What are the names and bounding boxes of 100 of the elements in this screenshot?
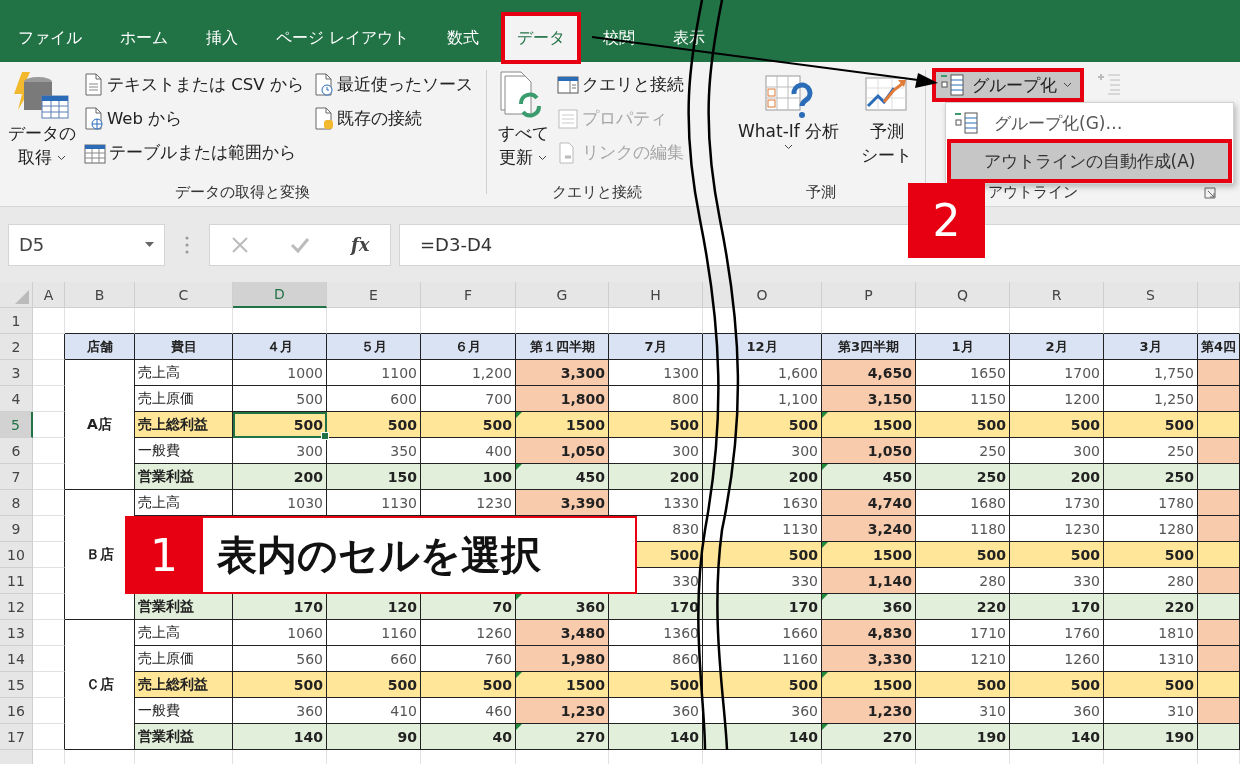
- table-cell: 200: [609, 464, 703, 490]
- database-document-icon: [313, 107, 334, 131]
- ribbon-command[interactable]: テーブルまたは範囲から: [84, 136, 304, 170]
- table-cell: 1,980: [516, 646, 609, 672]
- ribbon-tab[interactable]: 挿入: [192, 14, 252, 62]
- table-cell: 1,140: [822, 568, 916, 594]
- table-cell: 売上総利益: [135, 412, 233, 438]
- column-header[interactable]: R: [1010, 282, 1104, 308]
- ribbon-tab[interactable]: 数式: [433, 14, 494, 62]
- ribbon-tab[interactable]: ファイル: [4, 14, 96, 62]
- ribbon-tab[interactable]: ページ レイアウト: [262, 14, 424, 62]
- document-icon: [84, 73, 104, 97]
- table-cell: 売上高: [135, 620, 233, 646]
- database-icon: [12, 70, 72, 122]
- column-header[interactable]: [1198, 282, 1240, 308]
- insert-function-button[interactable]: fx: [350, 234, 370, 255]
- row-header[interactable]: 15: [0, 672, 33, 698]
- table-cell: 1100: [327, 360, 421, 386]
- store-cell: Ｃ店: [65, 620, 135, 750]
- column-header[interactable]: S: [1104, 282, 1198, 308]
- globe-document-icon: [84, 107, 104, 131]
- table-cell: 500: [916, 542, 1010, 568]
- column-header[interactable]: G: [516, 282, 609, 308]
- ribbon-tab[interactable]: ホーム: [106, 14, 182, 62]
- check-icon[interactable]: [289, 235, 310, 254]
- column-heading: 第4四: [1198, 334, 1240, 360]
- row-header[interactable]: 17: [0, 724, 33, 750]
- group-button[interactable]: グループ化: [934, 70, 1082, 100]
- row-header[interactable]: 2: [0, 334, 33, 360]
- row-header[interactable]: 12: [0, 594, 33, 620]
- table-cell: 1300: [609, 360, 703, 386]
- table-cell: 営業利益: [135, 594, 233, 620]
- get-data-button[interactable]: データの 取得: [4, 68, 80, 183]
- menu-item[interactable]: グループ化(G)…: [946, 105, 1233, 141]
- table-cell: 190: [1104, 724, 1198, 750]
- table-cell: 1700: [1010, 360, 1104, 386]
- row-header[interactable]: 11: [0, 568, 33, 594]
- column-header[interactable]: A: [33, 282, 65, 308]
- what-if-analysis-button[interactable]: What-If 分析: [734, 68, 844, 183]
- name-box[interactable]: D5: [8, 223, 165, 266]
- table-cell: 1,230: [822, 698, 916, 724]
- table-cell: 150: [327, 464, 421, 490]
- refresh-all-button[interactable]: すべて 更新: [493, 68, 553, 183]
- table-cell: 450: [822, 464, 916, 490]
- table-cell: 500: [1104, 672, 1198, 698]
- row-header[interactable]: 16: [0, 698, 33, 724]
- row-header[interactable]: 14: [0, 646, 33, 672]
- ribbon-tab[interactable]: 表示: [659, 14, 720, 62]
- corner-triangle-icon: [15, 290, 29, 304]
- fill-handle[interactable]: [321, 432, 329, 440]
- drag-handle-icon[interactable]: [185, 235, 189, 254]
- cancel-icon[interactable]: [230, 235, 249, 254]
- row-header[interactable]: 1: [0, 308, 33, 334]
- column-heading: 1月: [916, 334, 1010, 360]
- column-header[interactable]: O: [703, 282, 822, 308]
- forecast-sheet-button[interactable]: 予測 シート: [857, 68, 917, 183]
- column-header[interactable]: P: [822, 282, 916, 308]
- table-cell: 500: [703, 542, 822, 568]
- column-header[interactable]: F: [421, 282, 516, 308]
- table-cell: 1710: [916, 620, 1010, 646]
- grid-question-icon: [763, 74, 814, 120]
- row-header[interactable]: 4: [0, 386, 33, 412]
- table-cell: 270: [822, 724, 916, 750]
- table-cell: 100: [421, 464, 516, 490]
- step-badge: 2: [908, 183, 985, 258]
- column-header[interactable]: Q: [916, 282, 1010, 308]
- group-label: クエリと接続: [551, 183, 642, 202]
- table-cell: 500: [1010, 412, 1104, 438]
- row-header[interactable]: 8: [0, 490, 33, 516]
- table-cell: 500: [421, 672, 516, 698]
- table-cell: 営業利益: [135, 464, 233, 490]
- table-cell: 1500: [822, 672, 916, 698]
- column-heading: 第3四半期: [822, 334, 916, 360]
- menu-item[interactable]: アウトラインの自動作成(A): [949, 141, 1230, 181]
- column-heading: 7月: [609, 334, 703, 360]
- row-header[interactable]: 5: [0, 412, 33, 438]
- ribbon-command[interactable]: 最近使ったソース: [313, 68, 473, 102]
- ribbon-command[interactable]: テキストまたは CSV から: [84, 68, 304, 102]
- ribbon-command[interactable]: Web から: [84, 102, 304, 136]
- select-all-button[interactable]: [0, 282, 33, 308]
- table-cell: 170: [703, 594, 822, 620]
- column-header[interactable]: D: [233, 282, 327, 308]
- row-header[interactable]: 7: [0, 464, 33, 490]
- caret-icon: [145, 242, 154, 247]
- row-header[interactable]: 6: [0, 438, 33, 464]
- row-header[interactable]: 10: [0, 542, 33, 568]
- column-header[interactable]: C: [135, 282, 233, 308]
- table-icon: [84, 142, 106, 164]
- ribbon-tab[interactable]: データ: [503, 14, 580, 62]
- column-header[interactable]: H: [609, 282, 703, 308]
- column-header[interactable]: E: [327, 282, 421, 308]
- row-header[interactable]: 3: [0, 360, 33, 386]
- dialog-launcher-icon[interactable]: [1204, 186, 1216, 199]
- row-header[interactable]: 13: [0, 620, 33, 646]
- row-header[interactable]: 9: [0, 516, 33, 542]
- ribbon-command[interactable]: クエリと接続: [557, 68, 684, 102]
- column-header[interactable]: B: [65, 282, 135, 308]
- ribbon-command[interactable]: 既存の接続: [313, 102, 473, 136]
- table-cell: 営業利益: [135, 724, 233, 750]
- table-cell: 1500: [822, 412, 916, 438]
